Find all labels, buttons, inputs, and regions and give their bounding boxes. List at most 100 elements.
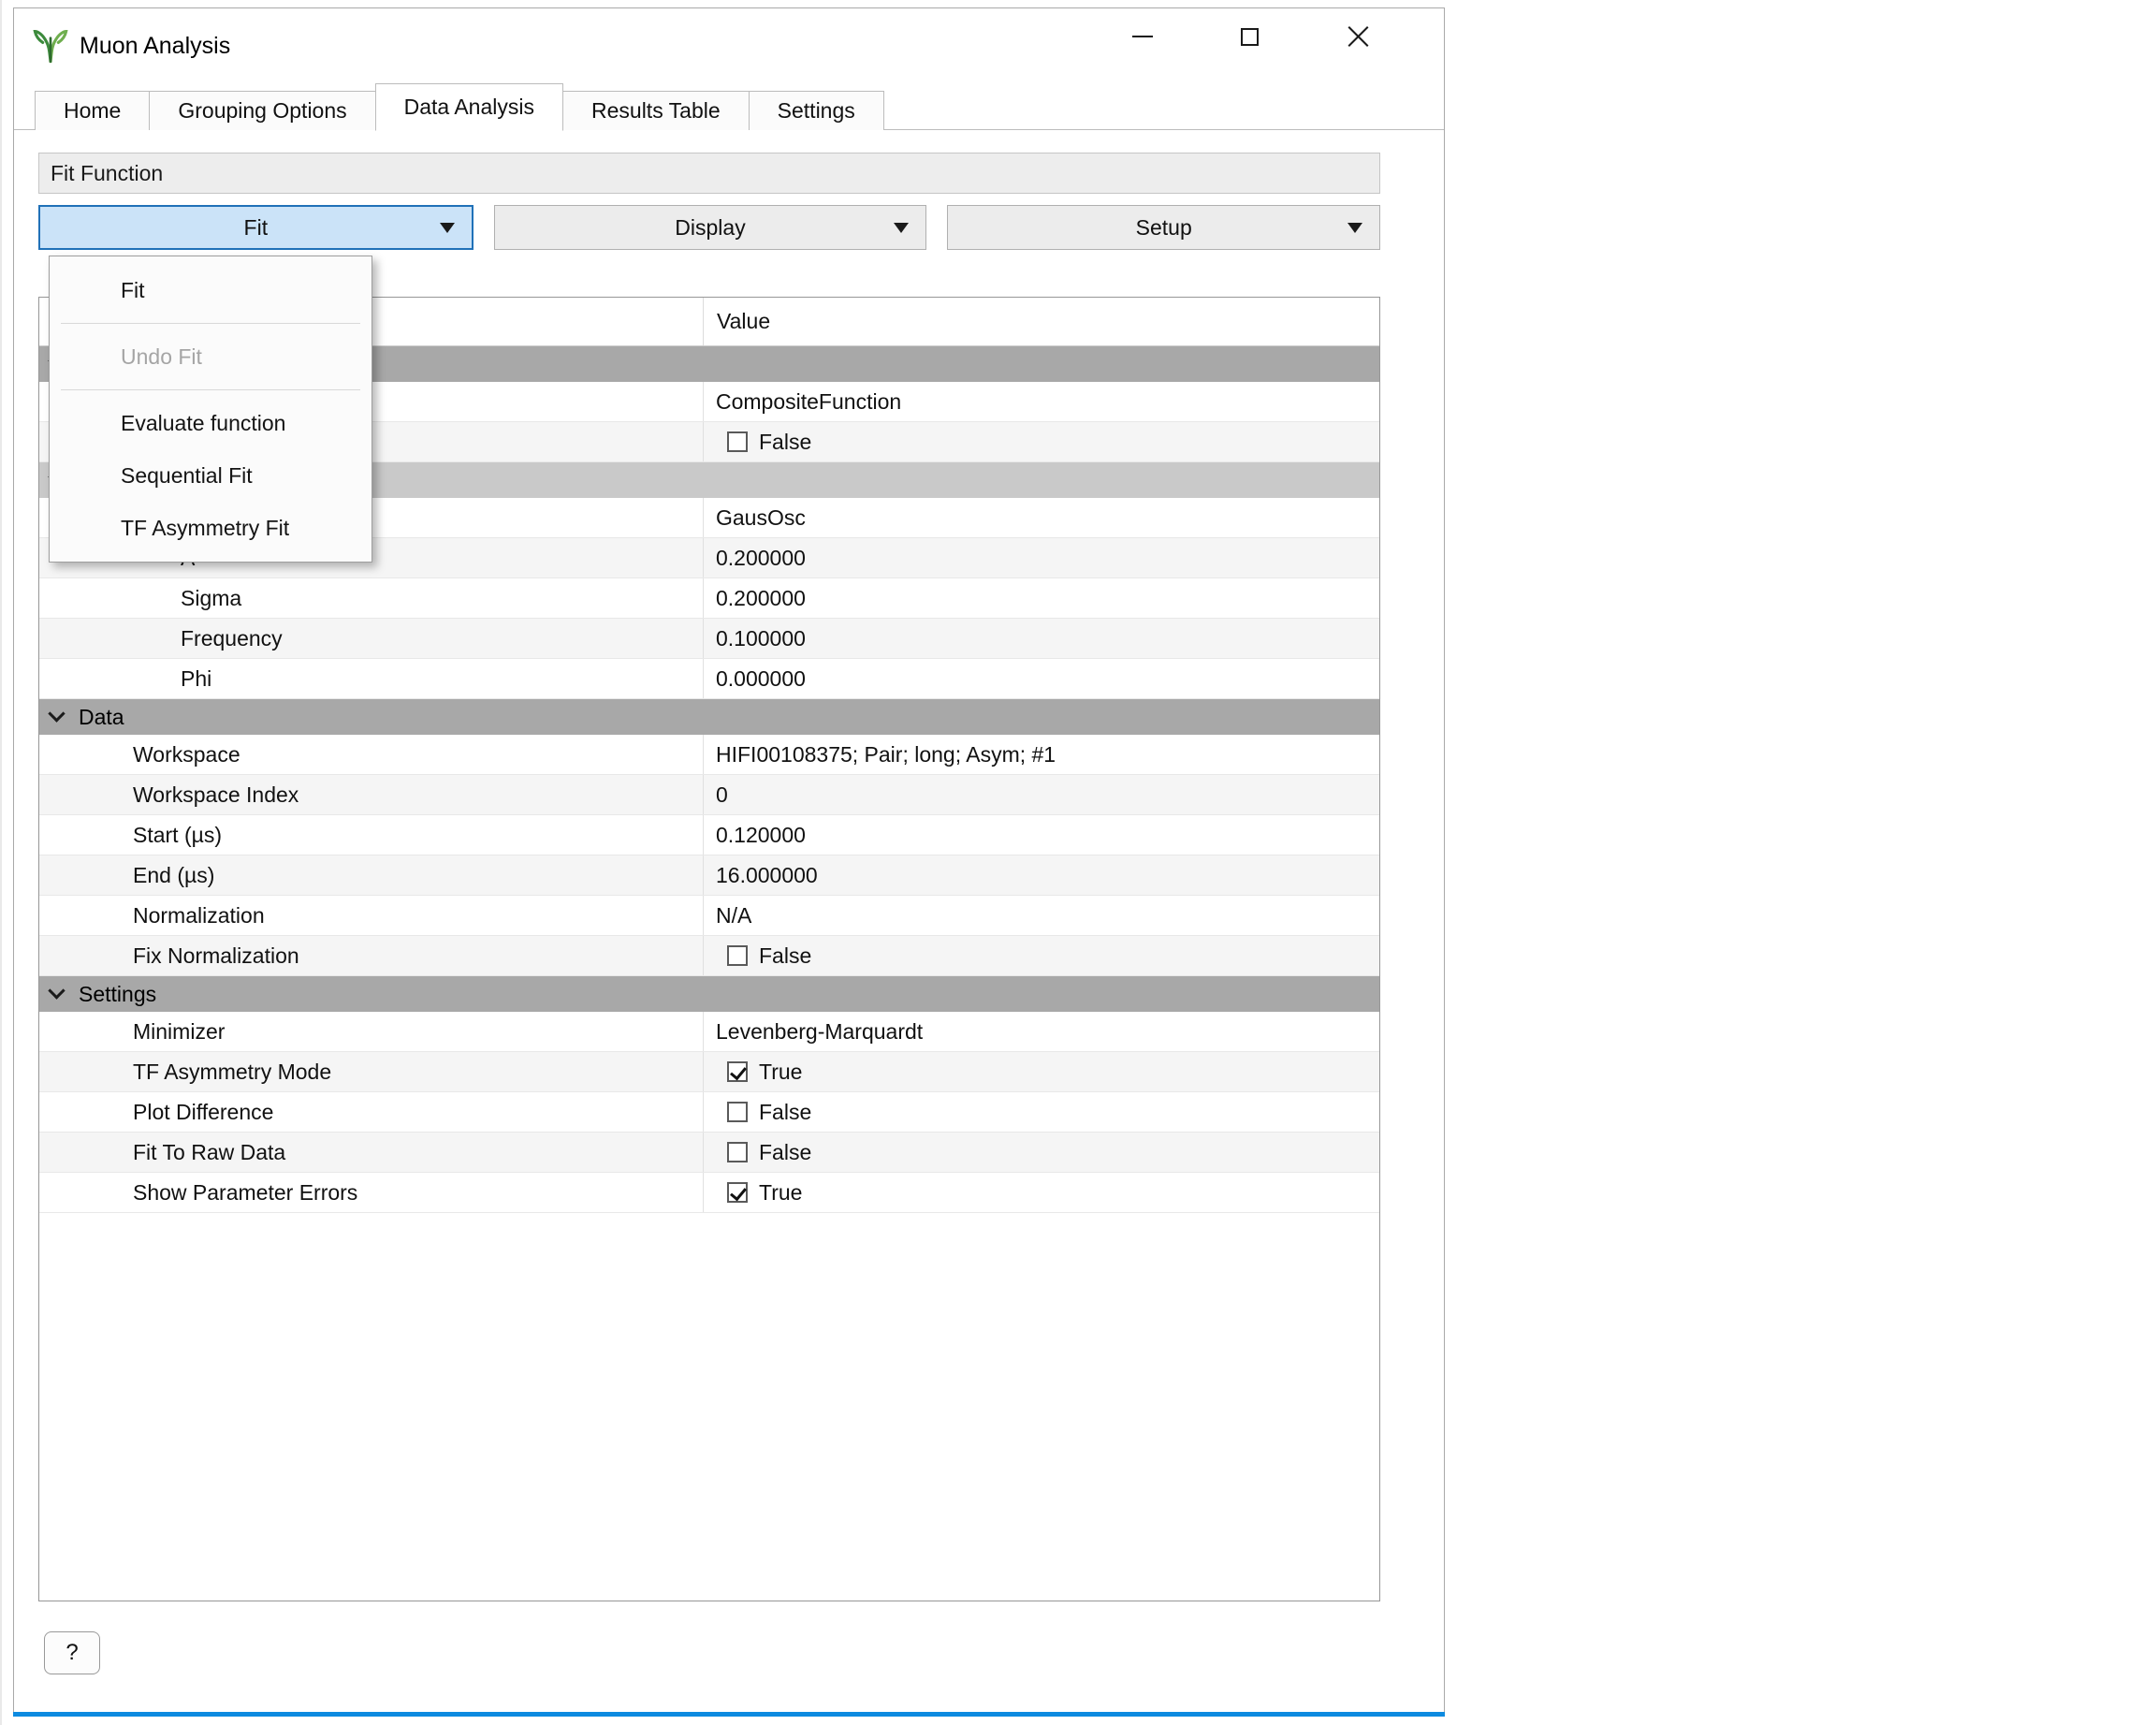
checkbox-unchecked[interactable] xyxy=(727,945,748,966)
fit-dropdown-button[interactable]: Fit xyxy=(38,205,473,250)
close-button[interactable] xyxy=(1320,10,1395,63)
value-text: True xyxy=(759,1180,802,1206)
property-name: Plot Difference xyxy=(39,1092,704,1132)
close-icon xyxy=(1346,24,1371,50)
menu-item-evaluate-function[interactable]: Evaluate function xyxy=(50,397,371,449)
checkbox-checked[interactable] xyxy=(727,1061,748,1082)
property-value[interactable]: False xyxy=(704,422,1379,461)
window-bottom-accent xyxy=(13,1712,1445,1717)
fit-dropdown-menu: Fit Undo Fit Evaluate functionSequential F… xyxy=(49,256,372,563)
fit-function-group-header: Fit Function xyxy=(38,153,1380,194)
property-value[interactable]: N/A xyxy=(704,896,1379,935)
property-value[interactable]: True xyxy=(704,1052,1379,1091)
value-text: 0.120000 xyxy=(716,823,806,848)
minimize-button[interactable] xyxy=(1105,10,1180,63)
property-value[interactable]: HIFI00108375; Pair; long; Asym; #1 xyxy=(704,735,1379,774)
property-row-sigma: Sigma 0.200000 xyxy=(39,578,1379,619)
property-value[interactable]: False xyxy=(704,936,1379,975)
property-row-workspace-index: Workspace Index0 xyxy=(39,775,1379,815)
property-value[interactable]: Levenberg-Marquardt xyxy=(704,1012,1379,1051)
mantid-app-icon[interactable] xyxy=(33,28,68,64)
checkbox-unchecked[interactable] xyxy=(727,431,748,452)
property-value[interactable]: True xyxy=(704,1173,1379,1212)
tab-list: HomeGrouping OptionsData AnalysisResults… xyxy=(14,83,1444,130)
value-text: Levenberg-Marquardt xyxy=(716,1019,923,1045)
value-text: True xyxy=(759,1060,802,1085)
property-row-workspace: WorkspaceHIFI00108375; Pair; long; Asym;… xyxy=(39,735,1379,775)
property-value[interactable]: False xyxy=(704,1133,1379,1172)
menu-item-sequential-fit[interactable]: Sequential Fit xyxy=(50,449,371,502)
property-value[interactable]: 0 xyxy=(704,775,1379,814)
property-row-frequency: Frequency 0.100000 xyxy=(39,619,1379,659)
value-text: 0.000000 xyxy=(716,666,806,692)
value-text: 0.100000 xyxy=(716,626,806,651)
value-text: CompositeFunction xyxy=(716,389,901,415)
property-row-tf-asymmetry-mode: TF Asymmetry Mode True xyxy=(39,1052,1379,1092)
checkbox-checked[interactable] xyxy=(727,1182,748,1203)
property-row-fix-normalization: Fix NormalizationFalse xyxy=(39,936,1379,976)
section-label: Data xyxy=(79,705,124,730)
checkbox-unchecked[interactable] xyxy=(727,1142,748,1162)
fit-toolbar: Fit Display Setup xyxy=(38,205,1380,250)
menu-separator xyxy=(61,389,360,390)
property-value[interactable]: GausOsc xyxy=(704,498,1379,537)
property-name: Frequency xyxy=(39,619,704,658)
tab-grouping-options[interactable]: Grouping Options xyxy=(149,91,375,130)
help-button[interactable]: ? xyxy=(44,1631,100,1674)
dropdown-arrow-icon xyxy=(440,223,455,233)
chevron-down-icon xyxy=(48,705,65,722)
property-value[interactable]: CompositeFunction xyxy=(704,382,1379,421)
property-row-fit-to-raw-data: Fit To Raw Data False xyxy=(39,1133,1379,1173)
group-box-label: Fit Function xyxy=(51,161,163,186)
menu-item-tf-asymmetry-fit[interactable]: TF Asymmetry Fit xyxy=(50,502,371,554)
property-name: Workspace xyxy=(39,735,704,774)
setup-dropdown-button[interactable]: Setup xyxy=(947,205,1380,250)
section-row-data[interactable]: Data xyxy=(39,699,1379,735)
tab-data-analysis[interactable]: Data Analysis xyxy=(375,83,563,131)
value-text: False xyxy=(759,1140,811,1165)
value-text: 0.200000 xyxy=(716,586,806,611)
property-name: Start (µs) xyxy=(39,815,704,855)
value-text: False xyxy=(759,1100,811,1125)
tab-settings[interactable]: Settings xyxy=(749,91,884,130)
tab-home[interactable]: Home xyxy=(35,91,150,130)
property-row-normalization: NormalizationN/A xyxy=(39,896,1379,936)
property-row-minimizer: Minimizer Levenberg-Marquardt xyxy=(39,1012,1379,1052)
maximize-button[interactable] xyxy=(1212,10,1287,63)
tab-bar: HomeGrouping OptionsData AnalysisResults… xyxy=(14,83,1444,130)
minimize-icon xyxy=(1132,36,1153,37)
value-text: GausOsc xyxy=(716,505,806,531)
property-row-phi: Phi0.000000 xyxy=(39,659,1379,699)
desktop-background: Muon Analysis HomeGrouping OptionsData A… xyxy=(0,0,2156,1725)
property-name: Minimizer xyxy=(39,1012,704,1051)
property-value[interactable]: 0.100000 xyxy=(704,619,1379,658)
property-row-start-s: Start (µs) 0.120000 xyxy=(39,815,1379,855)
menu-item-undo-fit: Undo Fit xyxy=(50,330,371,383)
tab-results-table[interactable]: Results Table xyxy=(562,91,750,130)
value-text: 0 xyxy=(716,782,728,808)
menu-separator xyxy=(61,323,360,324)
property-value[interactable]: 0.200000 xyxy=(704,538,1379,577)
checkbox-unchecked[interactable] xyxy=(727,1102,748,1122)
dropdown-arrow-icon xyxy=(894,223,909,233)
property-row-show-parameter-errors: Show Parameter ErrorsTrue xyxy=(39,1173,1379,1213)
value-text: 16.000000 xyxy=(716,863,818,888)
property-value[interactable]: False xyxy=(704,1092,1379,1132)
maximize-icon xyxy=(1241,28,1259,46)
display-dropdown-button[interactable]: Display xyxy=(494,205,927,250)
property-name: Fit To Raw Data xyxy=(39,1133,704,1172)
property-name: End (µs) xyxy=(39,855,704,895)
property-value[interactable]: 0.000000 xyxy=(704,659,1379,698)
background-window-edge xyxy=(0,0,2,1725)
section-row-settings[interactable]: Settings xyxy=(39,976,1379,1012)
property-value[interactable]: 0.120000 xyxy=(704,815,1379,855)
property-name: Fix Normalization xyxy=(39,936,704,975)
value-text: N/A xyxy=(716,903,751,928)
property-value[interactable]: 16.000000 xyxy=(704,855,1379,895)
property-name: TF Asymmetry Mode xyxy=(39,1052,704,1091)
property-value[interactable]: 0.200000 xyxy=(704,578,1379,618)
fit-button-label: Fit xyxy=(244,215,269,241)
title-bar[interactable]: Muon Analysis xyxy=(14,8,1444,83)
property-name: Sigma xyxy=(39,578,704,618)
menu-item-fit[interactable]: Fit xyxy=(50,264,371,316)
